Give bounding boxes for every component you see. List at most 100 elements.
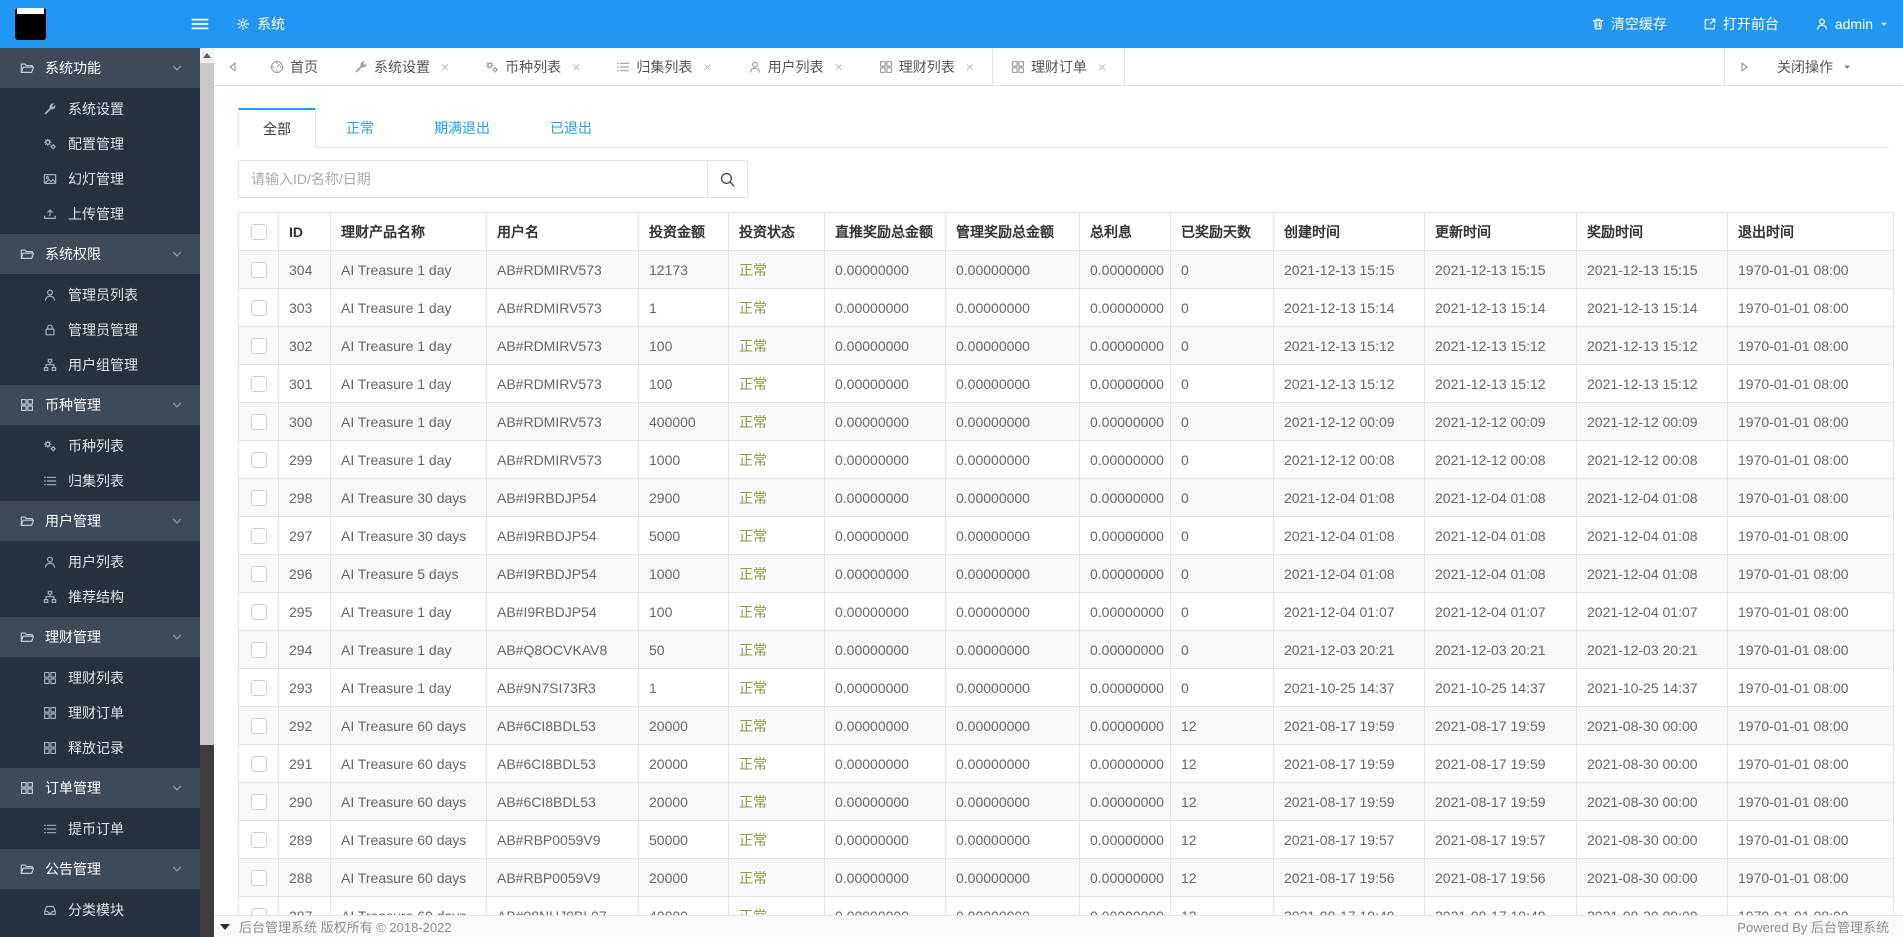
- cell-created_at: 2021-12-04 01:08: [1273, 516, 1425, 555]
- sidebar-item[interactable]: 分类模块: [0, 892, 200, 927]
- open-frontend-button[interactable]: 打开前台: [1703, 14, 1779, 34]
- row-checkbox[interactable]: [250, 832, 267, 849]
- filter-tab[interactable]: 全部: [238, 108, 316, 148]
- row-checkbox[interactable]: [250, 528, 267, 545]
- close-icon[interactable]: ×: [835, 59, 843, 75]
- cell-username: AB#I9RBDJP54: [486, 516, 639, 555]
- cell-rewarded_at: 2021-12-04 01:07: [1576, 592, 1728, 631]
- footer-collapse-icon[interactable]: [220, 923, 230, 930]
- table-row: 296 AI Treasure 5 days AB#I9RBDJP54 1000 正常 0…: [238, 554, 1894, 593]
- tab-item[interactable]: 理财订单 ×: [991, 48, 1126, 85]
- cell-exited_at: 1970-01-01 08:00: [1727, 858, 1894, 897]
- sidebar-item[interactable]: 理财列表: [0, 660, 200, 695]
- cell-manage_reward_total: 0.00000000: [945, 630, 1080, 669]
- sidebar-item[interactable]: 配置管理: [0, 126, 200, 161]
- column-header: 创建时间: [1273, 212, 1425, 251]
- cell-rewarded_at: 2021-08-30 00:00: [1576, 706, 1728, 745]
- sidebar-item[interactable]: 文章列表: [0, 927, 200, 937]
- tab-item[interactable]: 首页: [252, 48, 336, 85]
- sidebar-item[interactable]: 上传管理: [0, 196, 200, 231]
- cell-amount: 20000: [638, 706, 729, 745]
- search-input[interactable]: [238, 160, 708, 198]
- sidebar-item[interactable]: 理财订单: [0, 695, 200, 730]
- cell-amount: 100: [638, 592, 729, 631]
- cell-product: AI Treasure 5 days: [330, 554, 487, 593]
- tab-item[interactable]: 用户列表 ×: [730, 48, 861, 85]
- cell-exited_at: 1970-01-01 08:00: [1727, 288, 1894, 327]
- sidebar-section[interactable]: 系统功能: [0, 48, 200, 88]
- scrollbar-thumb[interactable]: [200, 63, 214, 745]
- row-checkbox[interactable]: [250, 490, 267, 507]
- row-checkbox[interactable]: [250, 566, 267, 583]
- row-checkbox[interactable]: [250, 870, 267, 887]
- filter-tab[interactable]: 期满退出: [404, 108, 520, 147]
- sidebar-section[interactable]: 理财管理: [0, 617, 200, 657]
- select-all-checkbox[interactable]: [250, 224, 267, 241]
- close-icon[interactable]: ×: [441, 59, 449, 75]
- cell-username: AB#RDMIRV573: [486, 364, 639, 403]
- sidebar-item[interactable]: 管理员管理: [0, 312, 200, 347]
- scrollbar-up-button[interactable]: [200, 48, 214, 63]
- sidebar-item[interactable]: 用户列表: [0, 544, 200, 579]
- close-operations-label: 关闭操作: [1777, 58, 1833, 75]
- search-button[interactable]: [708, 160, 748, 198]
- topbar-menu-system[interactable]: 系统: [226, 0, 295, 48]
- cell-total_interest: 0.00000000: [1079, 326, 1171, 365]
- cell-updated_at: 2021-12-04 01:08: [1424, 478, 1577, 517]
- cell-status: 正常: [728, 668, 825, 707]
- sidebar-item[interactable]: 推荐结构: [0, 579, 200, 614]
- sidebar-section[interactable]: 系统权限: [0, 234, 200, 274]
- tabs-scroll-right-button[interactable]: [1725, 48, 1763, 85]
- row-checkbox[interactable]: [250, 300, 267, 317]
- sidebar-section[interactable]: 用户管理: [0, 501, 200, 541]
- sidebar-item[interactable]: 用户组管理: [0, 347, 200, 382]
- row-checkbox[interactable]: [250, 338, 267, 355]
- row-checkbox[interactable]: [250, 604, 267, 621]
- clear-cache-button[interactable]: 清空缓存: [1591, 14, 1667, 34]
- cell-product: AI Treasure 1 day: [330, 440, 487, 479]
- tab-item[interactable]: 理财列表 ×: [861, 48, 992, 85]
- row-checkbox[interactable]: [250, 718, 267, 735]
- cell-manage_reward_total: 0.00000000: [945, 554, 1080, 593]
- cell-total_interest: 0.00000000: [1079, 744, 1171, 783]
- sidebar-section[interactable]: 币种管理: [0, 385, 200, 425]
- filter-tab[interactable]: 已退出: [520, 108, 622, 147]
- sidebar-item[interactable]: 提币订单: [0, 811, 200, 846]
- cell-rewarded_at: 2021-12-04 01:08: [1576, 478, 1728, 517]
- row-checkbox[interactable]: [250, 376, 267, 393]
- tabs-scroll-left-button[interactable]: [214, 48, 252, 85]
- filter-tab[interactable]: 正常: [316, 108, 404, 147]
- sidebar-section[interactable]: 公告管理: [0, 849, 200, 889]
- close-operations-dropdown[interactable]: 关闭操作: [1763, 48, 1903, 85]
- sidebar-item[interactable]: 币种列表: [0, 428, 200, 463]
- row-checkbox[interactable]: [250, 262, 267, 279]
- sidebar-section[interactable]: 订单管理: [0, 768, 200, 808]
- row-checkbox[interactable]: [250, 414, 267, 431]
- sidebar-item[interactable]: 系统设置: [0, 91, 200, 126]
- row-checkbox[interactable]: [250, 756, 267, 773]
- close-icon[interactable]: ×: [966, 59, 974, 75]
- row-checkbox[interactable]: [250, 452, 267, 469]
- row-checkbox[interactable]: [250, 794, 267, 811]
- cell-amount: 1: [638, 668, 729, 707]
- sidebar-item[interactable]: 幻灯管理: [0, 161, 200, 196]
- row-checkbox[interactable]: [250, 642, 267, 659]
- sidebar-item[interactable]: 管理员列表: [0, 277, 200, 312]
- cell-updated_at: 2021-12-04 01:07: [1424, 592, 1577, 631]
- tab-item[interactable]: 系统设置 ×: [336, 48, 467, 85]
- user-menu[interactable]: admin: [1815, 16, 1889, 32]
- folder-icon: [20, 862, 34, 876]
- close-icon[interactable]: ×: [703, 59, 711, 75]
- sidebar-item[interactable]: 释放记录: [0, 730, 200, 765]
- close-icon[interactable]: ×: [572, 59, 580, 75]
- tab-item[interactable]: 归集列表 ×: [598, 48, 729, 85]
- cell-status: 正常: [728, 820, 825, 859]
- close-icon[interactable]: ×: [1098, 59, 1106, 75]
- sidebar-toggle-button[interactable]: [180, 0, 220, 48]
- sidebar-item[interactable]: 归集列表: [0, 463, 200, 498]
- search-icon: [719, 171, 736, 188]
- row-checkbox[interactable]: [250, 680, 267, 697]
- tab-item[interactable]: 币种列表 ×: [467, 48, 598, 85]
- cell-id: 296: [278, 554, 331, 593]
- cell-exited_at: 1970-01-01 08:00: [1727, 630, 1894, 669]
